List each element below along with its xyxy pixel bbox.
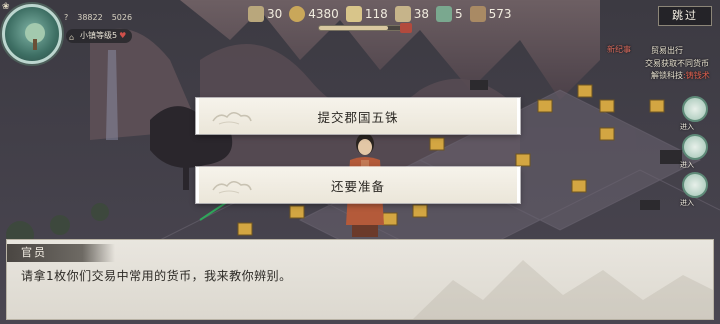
unlock-tech-label: 解锁科技:铸钱术 [651, 70, 710, 81]
skip-button[interactable]: 跳过 [658, 6, 712, 26]
choice-not-ready-label: 还要准备 [330, 178, 385, 194]
scroll-icon [394, 6, 411, 22]
side-action-button-3[interactable] [682, 172, 708, 198]
town-level-text: 小镇等级5 [80, 31, 118, 40]
side-action-button-2[interactable] [682, 134, 708, 160]
trade-out-label: 贸易出行 [651, 46, 683, 55]
choice-submit-coin-label: 提交郡国五铢 [317, 109, 399, 125]
mini-stats: ? 38822 5026 [64, 13, 132, 22]
resource-scroll[interactable]: 38 [394, 6, 430, 22]
tool-icon [436, 6, 453, 22]
grain-icon [345, 6, 362, 22]
currency-hint-label: 交易获取不同货币 [645, 59, 709, 68]
mini-stat-1: ? [64, 13, 69, 22]
season-icon: ❀ [2, 2, 10, 12]
tool-value: 5 [455, 7, 463, 21]
resource-population[interactable]: 30 [248, 6, 282, 22]
wood-value: 573 [488, 7, 512, 21]
town-emblem-avatar[interactable] [2, 4, 62, 64]
town-tree-icon [25, 23, 45, 50]
progress-badge-icon [400, 23, 412, 33]
town-level-label[interactable]: ⌂ 小镇等级5 ♥ [66, 29, 133, 43]
mini-stat-2: 38822 [77, 13, 103, 22]
speaker-name: 官员 [21, 246, 47, 259]
resource-tool[interactable]: 5 [436, 6, 463, 22]
resource-wood[interactable]: 573 [469, 6, 512, 22]
resource-coin[interactable]: 4380 [289, 6, 339, 22]
cloud-ornament-icon [212, 112, 252, 125]
new-era-label: 新纪事 [607, 45, 631, 54]
population-icon [248, 6, 264, 22]
unlock-prefix: 解锁科技 [651, 71, 683, 80]
dialogue-text: 请拿1枚你们交易中常用的货币，我来教你辨别。 [21, 269, 292, 283]
resource-grain[interactable]: 118 [345, 6, 388, 22]
choice-submit-coin-button[interactable]: 提交郡国五铢 [196, 98, 520, 134]
unlock-tech-name: :铸钱术 [683, 71, 710, 80]
resource-bar: 30 4380 118 38 5 573 [248, 4, 516, 24]
coin-icon [289, 6, 306, 22]
mini-stat-3: 5026 [111, 13, 133, 22]
dialogue-box[interactable]: 官员 请拿1枚你们交易中常用的货币，我来教你辨别。 [6, 239, 714, 320]
side-action-label-1: 进入 [680, 123, 694, 131]
scroll-value: 38 [413, 7, 430, 21]
grain-value: 118 [364, 7, 388, 21]
side-action-label-3: 进入 [680, 199, 694, 207]
home-icon: ⌂ [69, 33, 75, 42]
era-progress-bar [318, 25, 412, 31]
side-action-button-1[interactable] [682, 96, 708, 122]
choice-not-ready-button[interactable]: 还要准备 [196, 167, 520, 203]
wood-icon [469, 6, 486, 22]
era-progress-fill [319, 26, 388, 30]
population-value: 30 [267, 7, 283, 21]
side-action-label-2: 进入 [680, 161, 694, 169]
coin-value: 4380 [308, 7, 339, 21]
ink-mountain-decoration [413, 260, 713, 319]
cloud-ornament-icon [212, 181, 252, 194]
heart-icon: ♥ [119, 31, 127, 40]
